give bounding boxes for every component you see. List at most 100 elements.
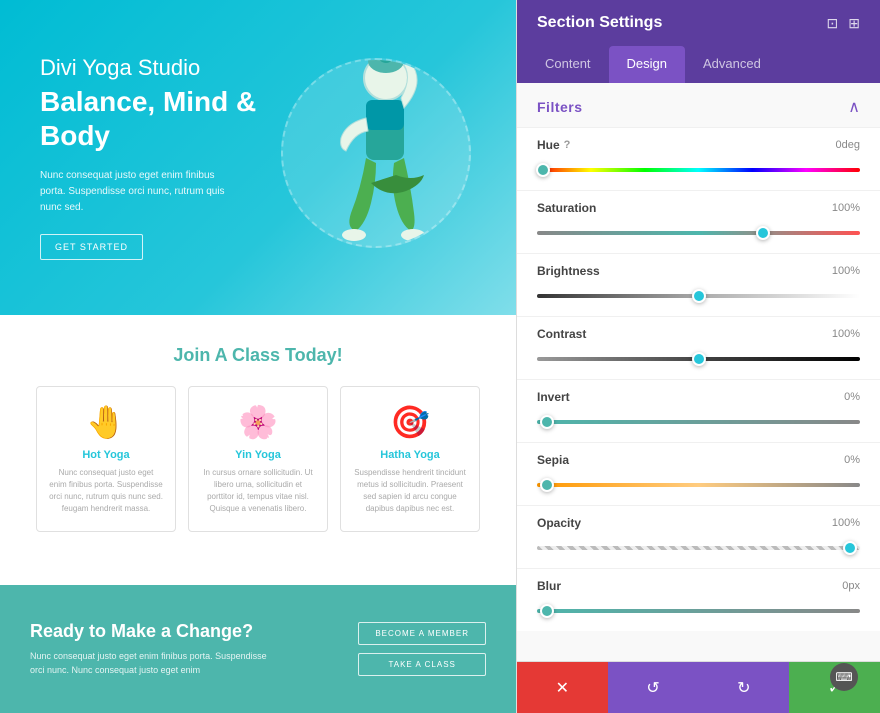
cta-buttons: BECOME A MEMBER TAKE A CLASS	[358, 622, 486, 676]
classes-section: Join A Class Today! 🤚 Hot Yoga Nunc cons…	[0, 315, 516, 585]
filters-label: Filters	[537, 99, 583, 115]
opacity-label-row: Opacity 100%	[537, 516, 860, 530]
hero-title-top: Divi Yoga Studio	[40, 55, 266, 81]
contrast-thumb[interactable]	[692, 352, 706, 366]
invert-slider[interactable]	[537, 412, 860, 432]
opacity-value: 100%	[832, 517, 860, 529]
contrast-label-row: Contrast 100%	[537, 327, 860, 341]
invert-label: Invert	[537, 390, 570, 404]
blur-thumb[interactable]	[540, 604, 554, 618]
saturation-thumb[interactable]	[756, 226, 770, 240]
hero-title-bold: Balance, Mind & Body	[40, 85, 266, 152]
blur-slider[interactable]	[537, 601, 860, 621]
hero-description: Nunc consequat justo eget enim finibus p…	[40, 168, 240, 216]
blur-value: 0px	[842, 580, 860, 592]
hue-track	[537, 168, 860, 172]
tab-advanced[interactable]: Advanced	[685, 46, 779, 83]
panel-header: Section Settings ⊡ ⊞	[517, 0, 880, 46]
collapse-icon[interactable]: ∧	[848, 97, 860, 117]
brightness-label: Brightness	[537, 264, 600, 278]
contrast-track	[537, 357, 860, 361]
classes-grid: 🤚 Hot Yoga Nunc consequat justo eget eni…	[20, 386, 496, 532]
cta-content: Ready to Make a Change? Nunc consequat j…	[30, 621, 270, 677]
preview-panel: Divi Yoga Studio Balance, Mind & Body Nu…	[0, 0, 516, 713]
class-desc: Suspendisse hendrerit tincidunt metus id…	[353, 467, 467, 515]
filters-section-header: Filters ∧	[517, 83, 880, 127]
sepia-label: Sepia	[537, 453, 569, 467]
list-item: 🤚 Hot Yoga Nunc consequat justo eget eni…	[36, 386, 176, 532]
contrast-label: Contrast	[537, 327, 586, 341]
become-member-button[interactable]: BECOME A MEMBER	[358, 622, 486, 645]
cta-title: Ready to Make a Change?	[30, 621, 270, 642]
brightness-filter-row: Brightness 100%	[517, 253, 880, 316]
opacity-filter-row: Opacity 100%	[517, 505, 880, 568]
brightness-label-row: Brightness 100%	[537, 264, 860, 278]
hatha-yoga-icon: 🎯	[353, 403, 467, 441]
blur-track	[537, 609, 860, 613]
opacity-slider[interactable]	[537, 538, 860, 558]
sepia-thumb[interactable]	[540, 478, 554, 492]
hue-value: 0deg	[836, 139, 860, 151]
hue-label: Hue ?	[537, 138, 570, 152]
blur-filter-row: Blur 0px	[517, 568, 880, 631]
contrast-value: 100%	[832, 328, 860, 340]
list-item: 🌸 Yin Yoga In cursus ornare sollicitudin…	[188, 386, 328, 532]
cancel-icon: ✕	[556, 678, 569, 698]
hero-section: Divi Yoga Studio Balance, Mind & Body Nu…	[0, 0, 516, 315]
hero-image	[266, 18, 486, 298]
cancel-button[interactable]: ✕	[517, 662, 608, 713]
panel-tabs: Content Design Advanced	[517, 46, 880, 83]
saturation-label: Saturation	[537, 201, 596, 215]
redo-icon: ↻	[737, 678, 750, 698]
cta-section: Ready to Make a Change? Nunc consequat j…	[0, 585, 516, 713]
sepia-filter-row: Sepia 0%	[517, 442, 880, 505]
opacity-track	[537, 546, 860, 550]
redo-button[interactable]: ↻	[699, 662, 790, 713]
sepia-track	[537, 483, 860, 487]
invert-value: 0%	[844, 391, 860, 403]
class-name: Yin Yoga	[201, 449, 315, 461]
reset-icon: ↺	[646, 678, 659, 698]
panel-title: Section Settings	[537, 14, 662, 32]
tab-content[interactable]: Content	[527, 46, 609, 83]
take-class-button[interactable]: TAKE A CLASS	[358, 653, 486, 676]
class-desc: Nunc consequat justo eget enim finibus p…	[49, 467, 163, 515]
yin-yoga-icon: 🌸	[201, 403, 315, 441]
sepia-slider[interactable]	[537, 475, 860, 495]
panel-header-icons: ⊡ ⊞	[827, 15, 860, 32]
hero-circle	[281, 58, 471, 248]
saturation-slider[interactable]	[537, 223, 860, 243]
saturation-value: 100%	[832, 202, 860, 214]
class-desc: In cursus ornare sollicitudin. Ut libero…	[201, 467, 315, 515]
sepia-label-row: Sepia 0%	[537, 453, 860, 467]
contrast-slider[interactable]	[537, 349, 860, 369]
opacity-label: Opacity	[537, 516, 581, 530]
get-started-button[interactable]: GET STARTED	[40, 234, 143, 260]
opacity-thumb[interactable]	[843, 541, 857, 555]
hue-filter-row: Hue ? 0deg	[517, 127, 880, 190]
reset-button[interactable]: ↺	[608, 662, 699, 713]
panel-footer: ✕ ↺ ↻ ✓	[517, 661, 880, 713]
panel-content: Filters ∧ Hue ? 0deg Saturation 100%	[517, 83, 880, 661]
brightness-track	[537, 294, 860, 298]
hue-thumb[interactable]	[536, 163, 550, 177]
hot-yoga-icon: 🤚	[49, 403, 163, 441]
saturation-filter-row: Saturation 100%	[517, 190, 880, 253]
invert-filter-row: Invert 0%	[517, 379, 880, 442]
brightness-thumb[interactable]	[692, 289, 706, 303]
list-item: 🎯 Hatha Yoga Suspendisse hendrerit tinci…	[340, 386, 480, 532]
yoga-figure	[306, 58, 446, 248]
hue-help-icon[interactable]: ?	[564, 139, 571, 151]
expand-icon[interactable]: ⊡	[827, 15, 839, 32]
saturation-label-row: Saturation 100%	[537, 201, 860, 215]
floating-help-button[interactable]: ⌨	[830, 663, 858, 691]
cta-desc: Nunc consequat justo eget enim finibus p…	[30, 650, 270, 677]
invert-thumb[interactable]	[540, 415, 554, 429]
hue-slider[interactable]	[537, 160, 860, 180]
sepia-value: 0%	[844, 454, 860, 466]
layout-icon[interactable]: ⊞	[848, 15, 860, 32]
settings-panel: Section Settings ⊡ ⊞ Content Design Adva…	[516, 0, 880, 713]
tab-design[interactable]: Design	[609, 46, 685, 83]
keyboard-icon: ⌨	[835, 670, 852, 684]
brightness-slider[interactable]	[537, 286, 860, 306]
